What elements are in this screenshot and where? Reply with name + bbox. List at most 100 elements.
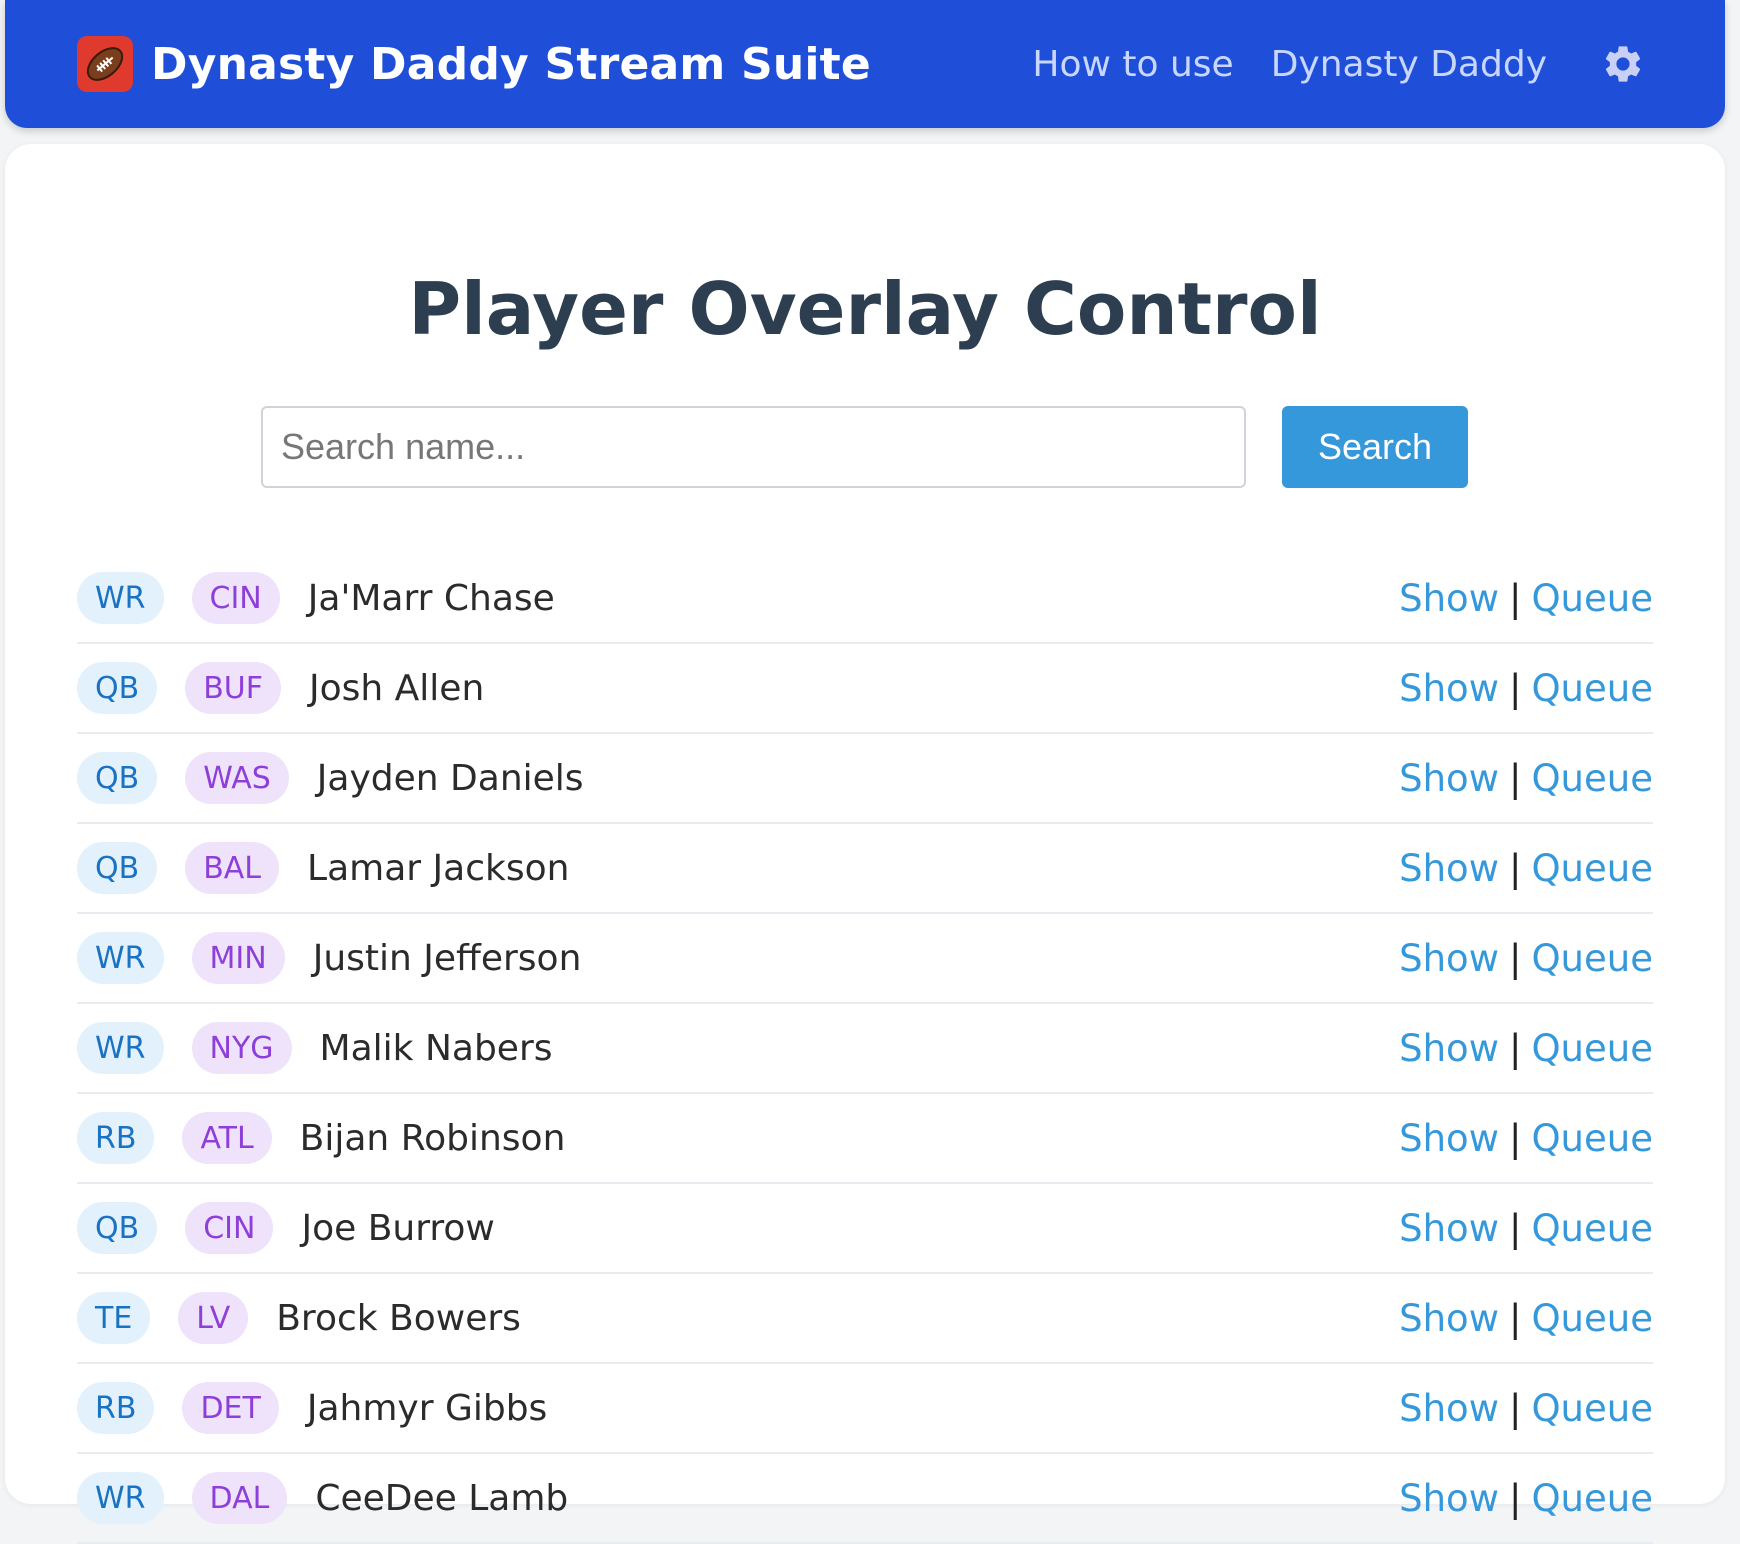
player-row: QB WAS Jayden Daniels Show | Queue bbox=[77, 734, 1653, 824]
action-separator: | bbox=[1508, 576, 1522, 620]
position-badge: TE bbox=[77, 1292, 151, 1344]
show-link[interactable]: Show bbox=[1399, 1027, 1499, 1070]
player-name: Josh Allen bbox=[309, 667, 485, 709]
gear-icon bbox=[1605, 46, 1641, 82]
position-badge: QB bbox=[77, 752, 158, 804]
position-badge: RB bbox=[77, 1112, 155, 1164]
position-badge: QB bbox=[77, 842, 158, 894]
player-name: Jahmyr Gibbs bbox=[306, 1387, 548, 1429]
row-actions: Show | Queue bbox=[1399, 1297, 1653, 1340]
position-badge: QB bbox=[77, 662, 158, 714]
position-badge: WR bbox=[77, 572, 164, 624]
football-icon bbox=[77, 36, 133, 92]
player-row: WR DAL CeeDee Lamb Show | Queue bbox=[77, 1454, 1653, 1544]
player-name: Joe Burrow bbox=[301, 1207, 495, 1249]
row-actions: Show | Queue bbox=[1399, 1477, 1653, 1520]
settings-button[interactable] bbox=[1599, 40, 1647, 88]
show-link[interactable]: Show bbox=[1399, 1477, 1499, 1520]
row-actions: Show | Queue bbox=[1399, 667, 1653, 710]
queue-link[interactable]: Queue bbox=[1531, 577, 1653, 620]
player-row: QB CIN Joe Burrow Show | Queue bbox=[77, 1184, 1653, 1274]
action-separator: | bbox=[1508, 1206, 1522, 1250]
player-row: TE LV Brock Bowers Show | Queue bbox=[77, 1274, 1653, 1364]
player-name: Lamar Jackson bbox=[307, 847, 570, 889]
show-link[interactable]: Show bbox=[1399, 1207, 1499, 1250]
show-link[interactable]: Show bbox=[1399, 757, 1499, 800]
row-actions: Show | Queue bbox=[1399, 1117, 1653, 1160]
queue-link[interactable]: Queue bbox=[1531, 1297, 1653, 1340]
queue-link[interactable]: Queue bbox=[1531, 1477, 1653, 1520]
action-separator: | bbox=[1508, 756, 1522, 800]
player-name: Malik Nabers bbox=[319, 1027, 553, 1069]
player-row: RB ATL Bijan Robinson Show | Queue bbox=[77, 1094, 1653, 1184]
row-actions: Show | Queue bbox=[1399, 937, 1653, 980]
player-name: Bijan Robinson bbox=[299, 1117, 566, 1159]
player-row: QB BAL Lamar Jackson Show | Queue bbox=[77, 824, 1653, 914]
show-link[interactable]: Show bbox=[1399, 1297, 1499, 1340]
position-badge: WR bbox=[77, 932, 164, 984]
player-row: QB BUF Josh Allen Show | Queue bbox=[77, 644, 1653, 734]
team-badge: BUF bbox=[185, 662, 281, 714]
row-actions: Show | Queue bbox=[1399, 1207, 1653, 1250]
show-link[interactable]: Show bbox=[1399, 1387, 1499, 1430]
show-link[interactable]: Show bbox=[1399, 847, 1499, 890]
position-badge: WR bbox=[77, 1472, 164, 1524]
queue-link[interactable]: Queue bbox=[1531, 847, 1653, 890]
team-badge: ATL bbox=[182, 1112, 272, 1164]
queue-link[interactable]: Queue bbox=[1531, 1027, 1653, 1070]
team-badge: CIN bbox=[191, 572, 280, 624]
page-title: Player Overlay Control bbox=[408, 267, 1322, 351]
action-separator: | bbox=[1508, 1386, 1522, 1430]
player-row: WR MIN Justin Jefferson Show | Queue bbox=[77, 914, 1653, 1004]
team-badge: CIN bbox=[185, 1202, 274, 1254]
action-separator: | bbox=[1508, 936, 1522, 980]
player-name: CeeDee Lamb bbox=[315, 1477, 569, 1519]
search-button[interactable]: Search bbox=[1282, 406, 1468, 488]
action-separator: | bbox=[1508, 1476, 1522, 1520]
row-actions: Show | Queue bbox=[1399, 1387, 1653, 1430]
action-separator: | bbox=[1508, 1026, 1522, 1070]
player-name: Justin Jefferson bbox=[312, 937, 582, 979]
nav-link-how-to-use[interactable]: How to use bbox=[1032, 44, 1233, 85]
queue-link[interactable]: Queue bbox=[1531, 937, 1653, 980]
player-row: WR NYG Malik Nabers Show | Queue bbox=[77, 1004, 1653, 1094]
show-link[interactable]: Show bbox=[1399, 577, 1499, 620]
team-badge: DET bbox=[182, 1382, 279, 1434]
nav-link-dynasty-daddy[interactable]: Dynasty Daddy bbox=[1271, 44, 1547, 85]
nav-links: How to use Dynasty Daddy bbox=[995, 0, 1547, 128]
brand[interactable]: Dynasty Daddy Stream Suite bbox=[77, 0, 871, 128]
team-badge: DAL bbox=[191, 1472, 288, 1524]
team-badge: WAS bbox=[185, 752, 289, 804]
queue-link[interactable]: Queue bbox=[1531, 667, 1653, 710]
player-name: Jayden Daniels bbox=[316, 757, 584, 799]
position-badge: WR bbox=[77, 1022, 164, 1074]
queue-link[interactable]: Queue bbox=[1531, 1387, 1653, 1430]
show-link[interactable]: Show bbox=[1399, 1117, 1499, 1160]
queue-link[interactable]: Queue bbox=[1531, 1117, 1653, 1160]
position-badge: QB bbox=[77, 1202, 158, 1254]
action-separator: | bbox=[1508, 1116, 1522, 1160]
player-row: WR CIN Ja'Marr Chase Show | Queue bbox=[77, 554, 1653, 644]
team-badge: LV bbox=[178, 1292, 249, 1344]
position-badge: RB bbox=[77, 1382, 155, 1434]
team-badge: MIN bbox=[191, 932, 285, 984]
player-list: WR CIN Ja'Marr Chase Show | Queue QB BUF… bbox=[77, 554, 1653, 1544]
team-badge: NYG bbox=[191, 1022, 292, 1074]
search-input[interactable] bbox=[261, 406, 1246, 488]
show-link[interactable]: Show bbox=[1399, 667, 1499, 710]
queue-link[interactable]: Queue bbox=[1531, 1207, 1653, 1250]
top-navbar: Dynasty Daddy Stream Suite How to use Dy… bbox=[5, 0, 1725, 128]
action-separator: | bbox=[1508, 846, 1522, 890]
overlay-control-card: Player Overlay Control Search WR CIN Ja'… bbox=[5, 144, 1725, 1544]
row-actions: Show | Queue bbox=[1399, 1027, 1653, 1070]
show-link[interactable]: Show bbox=[1399, 937, 1499, 980]
queue-link[interactable]: Queue bbox=[1531, 757, 1653, 800]
player-name: Brock Bowers bbox=[276, 1297, 521, 1339]
player-name: Ja'Marr Chase bbox=[307, 577, 555, 619]
action-separator: | bbox=[1508, 1296, 1522, 1340]
row-actions: Show | Queue bbox=[1399, 577, 1653, 620]
row-actions: Show | Queue bbox=[1399, 847, 1653, 890]
player-row: RB DET Jahmyr Gibbs Show | Queue bbox=[77, 1364, 1653, 1454]
row-actions: Show | Queue bbox=[1399, 757, 1653, 800]
app-title: Dynasty Daddy Stream Suite bbox=[151, 38, 871, 90]
